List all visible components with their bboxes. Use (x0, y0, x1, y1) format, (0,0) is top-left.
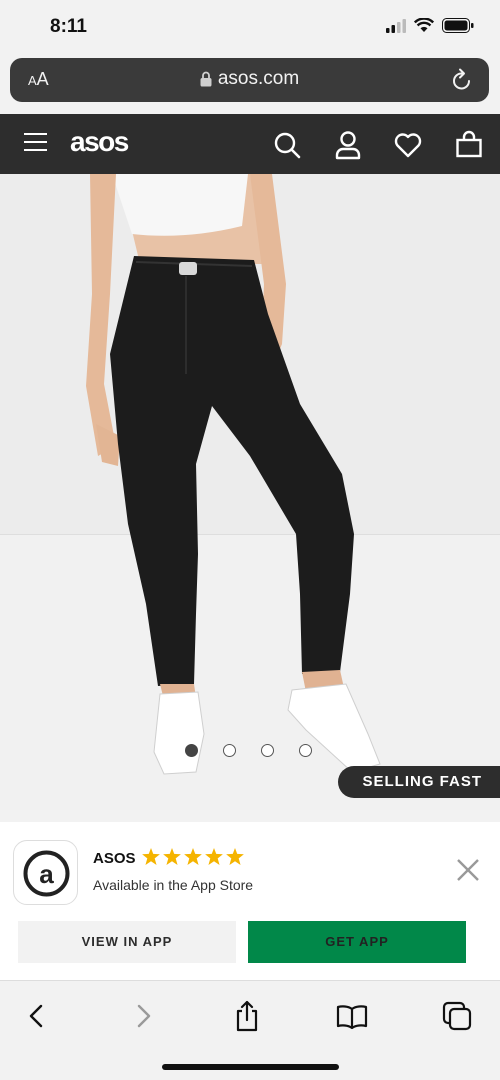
forward-icon[interactable] (126, 999, 160, 1033)
search-icon[interactable] (272, 130, 302, 160)
star-icon (163, 848, 181, 865)
get-app-button[interactable]: GET APP (248, 921, 466, 963)
app-install-banner: a ASOS Available in the App Store VIEW I… (0, 822, 500, 980)
carousel-dot-2[interactable] (223, 744, 236, 757)
wishlist-icon[interactable] (393, 130, 423, 160)
star-icon (226, 848, 244, 865)
cellular-signal-icon (386, 18, 406, 33)
carousel-dot-3[interactable] (261, 744, 274, 757)
star-icon (184, 848, 202, 865)
back-icon[interactable] (20, 999, 54, 1033)
status-bar: 8:11 (0, 0, 500, 56)
app-logo: a (13, 840, 78, 905)
carousel-dots (185, 744, 312, 757)
battery-icon (442, 18, 474, 33)
app-rating-stars (142, 848, 244, 865)
brand-logo[interactable]: asos (70, 126, 129, 158)
close-icon[interactable] (454, 856, 482, 884)
menu-icon[interactable] (24, 133, 47, 153)
home-indicator (162, 1064, 339, 1070)
url-display[interactable]: asos.com (10, 68, 489, 90)
bookmarks-icon[interactable] (335, 999, 369, 1033)
product-image[interactable]: SELLING FAST (0, 174, 500, 810)
app-name: ASOS (93, 850, 136, 867)
view-in-app-button[interactable]: VIEW IN APP (18, 921, 236, 963)
account-icon[interactable] (333, 130, 363, 160)
carousel-dot-4[interactable] (299, 744, 312, 757)
share-icon[interactable] (230, 999, 264, 1033)
status-time: 8:11 (50, 16, 87, 37)
asos-a-icon: a (23, 850, 70, 897)
address-bar[interactable]: AA asos.com (10, 58, 489, 102)
app-store-subtitle: Available in the App Store (93, 877, 254, 893)
selling-fast-badge: SELLING FAST (338, 766, 500, 798)
url-domain: asos.com (217, 68, 300, 89)
carousel-dot-1[interactable] (185, 744, 198, 757)
model-illustration (86, 174, 381, 775)
star-icon (205, 848, 223, 865)
reload-icon[interactable] (451, 68, 473, 92)
status-icons (386, 18, 474, 33)
site-header: asos (0, 114, 500, 174)
svg-text:a: a (39, 859, 54, 889)
bag-icon[interactable] (454, 130, 484, 160)
lock-icon (200, 71, 212, 87)
star-icon (142, 848, 160, 865)
tabs-icon[interactable] (440, 999, 474, 1033)
wifi-icon (414, 18, 434, 32)
